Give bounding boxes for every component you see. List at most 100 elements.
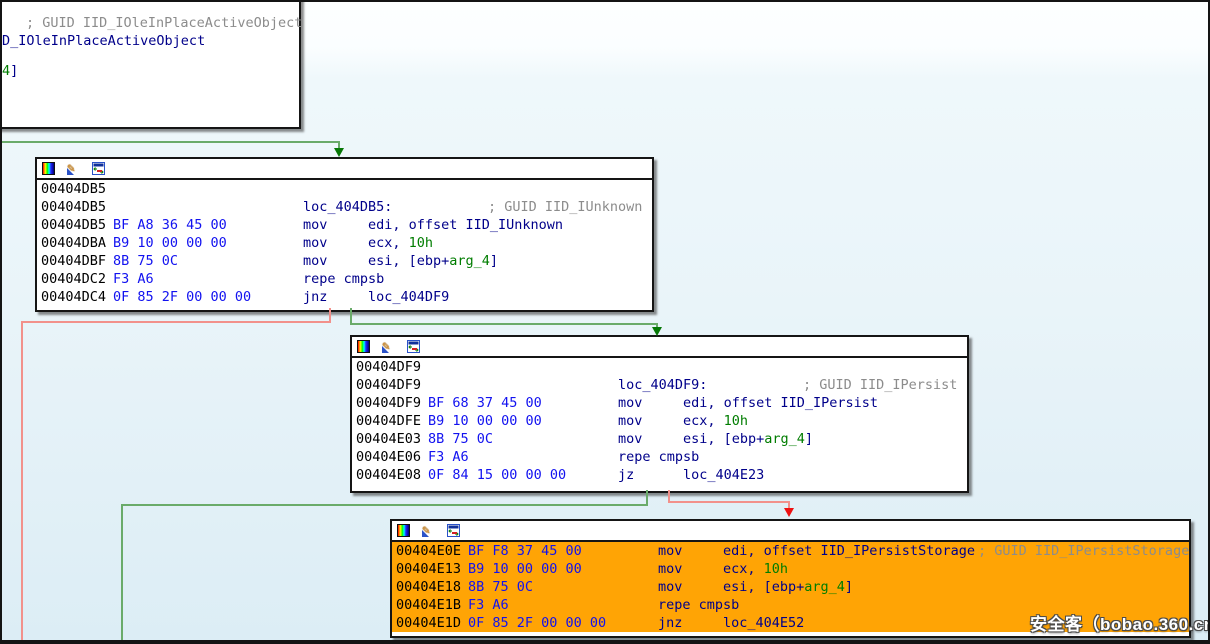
operand-text: loc_404E23 bbox=[683, 467, 764, 483]
operand-green: 10h bbox=[764, 561, 788, 577]
asm-line[interactable]: 00404DBA B9 10 00 00 00 mov ecx, 10h bbox=[37, 234, 652, 252]
asm-operand-fragment: 4] bbox=[2, 62, 18, 80]
watermark: 安全客（bobao.360.cn） bbox=[1030, 610, 1210, 635]
node-color-palette-icon[interactable] bbox=[357, 340, 370, 353]
asm-bytes: 8B 75 0C bbox=[113, 252, 178, 270]
operand-text: loc_404E52 bbox=[723, 615, 804, 631]
asm-mnemonic: mov bbox=[658, 560, 682, 578]
asm-bytes: F3 A6 bbox=[428, 448, 469, 466]
asm-bytes: 0F 85 2F 00 00 00 bbox=[468, 614, 606, 632]
operand-text: esi, [ebp+ bbox=[683, 431, 764, 447]
asm-comment: ; GUID IID_IPersist bbox=[803, 376, 957, 394]
group-node-icon[interactable] bbox=[447, 524, 460, 537]
asm-line[interactable]: 00404DB5 loc_404DB5: ; GUID IID_IUnknown bbox=[37, 198, 652, 216]
asm-line[interactable]: 00404DF9 bbox=[352, 358, 967, 376]
asm-address: 00404DB5 bbox=[41, 180, 106, 198]
asm-mnemonic: jnz bbox=[658, 614, 682, 632]
asm-line[interactable]: 00404DF9 BF 68 37 45 00 mov edi, offset … bbox=[352, 394, 967, 412]
asm-line[interactable]: 00404E08 0F 84 15 00 00 00 jz loc_404E23 bbox=[352, 466, 967, 484]
asm-mnemonic: mov bbox=[618, 430, 642, 448]
asm-line[interactable]: 00404E03 8B 75 0C mov esi, [ebp+arg_4] bbox=[352, 430, 967, 448]
asm-line[interactable]: 00404E18 8B 75 0C mov esi, [ebp+arg_4] bbox=[392, 578, 1189, 596]
asm-bytes: 8B 75 0C bbox=[468, 578, 533, 596]
node-content: ; GUID IID_IOleInPlaceActiveObject D_IOl… bbox=[0, 0, 299, 127]
operand-green: arg_4 bbox=[764, 431, 805, 447]
asm-bytes: B9 10 00 00 00 bbox=[428, 412, 542, 430]
asm-bytes: F3 A6 bbox=[113, 270, 154, 288]
asm-operands: loc_404E23 bbox=[683, 466, 764, 484]
asm-address: 00404DF9 bbox=[356, 394, 421, 412]
operand-text: ] bbox=[10, 63, 18, 79]
asm-mnemonic: mov bbox=[303, 216, 327, 234]
asm-line[interactable]: 00404E13 B9 10 00 00 00 mov ecx, 10h bbox=[392, 560, 1189, 578]
asm-address: 00404DBF bbox=[41, 252, 106, 270]
asm-address: 00404DBA bbox=[41, 234, 106, 252]
asm-mnemonic: mov bbox=[303, 234, 327, 252]
operand-green: 10h bbox=[724, 413, 748, 429]
asm-line[interactable]: 00404E0E BF F8 37 45 00 mov edi, offset … bbox=[392, 542, 1189, 560]
operand-text: edi, offset IID_IUnknown bbox=[368, 217, 563, 233]
basic-block-404DB5[interactable]: ✎ 00404DB5 00404DB5 loc_404DB5: ; GUID I… bbox=[35, 157, 654, 312]
asm-bytes: B9 10 00 00 00 bbox=[468, 560, 582, 578]
basic-block-404DF9[interactable]: ✎ 00404DF9 00404DF9 loc_404DF9: ; GUID I… bbox=[350, 335, 969, 493]
asm-mnemonic: repe cmpsb bbox=[303, 270, 384, 288]
asm-line[interactable]: 00404E06 F3 A6 repe cmpsb bbox=[352, 448, 967, 466]
asm-address: 00404E03 bbox=[356, 430, 421, 448]
node-color-palette-icon[interactable] bbox=[397, 524, 410, 537]
asm-address: 00404DF9 bbox=[356, 358, 421, 376]
asm-address: 00404E13 bbox=[396, 560, 461, 578]
operand-text: esi, [ebp+ bbox=[723, 579, 804, 595]
asm-operands: loc_404DF9 bbox=[368, 288, 449, 306]
asm-address: 00404E18 bbox=[396, 578, 461, 596]
edit-node-color-icon[interactable]: ✎ bbox=[422, 524, 435, 537]
asm-operands: edi, offset IID_IUnknown bbox=[368, 216, 563, 234]
asm-name-fragment: D_IOleInPlaceActiveObject bbox=[2, 32, 205, 50]
asm-line[interactable]: 00404DB5 BF A8 36 45 00 mov edi, offset … bbox=[37, 216, 652, 234]
asm-address: 00404DB5 bbox=[41, 216, 106, 234]
asm-line[interactable]: 00404DC4 0F 85 2F 00 00 00 jnz loc_404DF… bbox=[37, 288, 652, 306]
asm-address: 00404DB5 bbox=[41, 198, 106, 216]
asm-address: 00404DFE bbox=[356, 412, 421, 430]
node-color-palette-icon[interactable] bbox=[42, 162, 55, 175]
asm-bytes: BF 68 37 45 00 bbox=[428, 394, 542, 412]
asm-mnemonic: jnz bbox=[303, 288, 327, 306]
asm-mnemonic: repe cmpsb bbox=[658, 596, 739, 614]
operand-text: esi, [ebp+ bbox=[368, 253, 449, 269]
asm-operands: esi, [ebp+arg_4] bbox=[683, 430, 813, 448]
operand-text: ecx, bbox=[723, 561, 764, 577]
asm-bytes: 0F 85 2F 00 00 00 bbox=[113, 288, 251, 306]
asm-line[interactable]: 00404DFE B9 10 00 00 00 mov ecx, 10h bbox=[352, 412, 967, 430]
asm-label: loc_404DF9: bbox=[618, 376, 707, 394]
asm-line[interactable]: 00404DBF 8B 75 0C mov esi, [ebp+arg_4] bbox=[37, 252, 652, 270]
group-node-icon[interactable] bbox=[92, 162, 105, 175]
asm-address: 00404DC4 bbox=[41, 288, 106, 306]
asm-mnemonic: mov bbox=[658, 578, 682, 596]
asm-operands: ecx, 10h bbox=[723, 560, 788, 578]
node-titlebar: ✎ bbox=[392, 521, 1189, 542]
operand-text: ecx, bbox=[368, 235, 409, 251]
graph-canvas[interactable]: ; GUID IID_IOleInPlaceActiveObject D_IOl… bbox=[0, 0, 1210, 644]
basic-block-partial[interactable]: ; GUID IID_IOleInPlaceActiveObject D_IOl… bbox=[0, 0, 301, 129]
edge-404DF9-fallthrough-arrow bbox=[784, 508, 794, 517]
asm-bytes: BF F8 37 45 00 bbox=[468, 542, 582, 560]
edit-node-color-icon[interactable]: ✎ bbox=[67, 162, 80, 175]
asm-operands: ecx, 10h bbox=[368, 234, 433, 252]
asm-mnemonic: jz bbox=[618, 466, 634, 484]
asm-address: 00404E06 bbox=[356, 448, 421, 466]
asm-operands: edi, offset IID_IPersistStorage bbox=[723, 542, 975, 560]
operand-text: ] bbox=[490, 253, 498, 269]
asm-line[interactable]: 00404DC2 F3 A6 repe cmpsb bbox=[37, 270, 652, 288]
asm-mnemonic: mov bbox=[303, 252, 327, 270]
asm-mnemonic: mov bbox=[658, 542, 682, 560]
asm-operands: esi, [ebp+arg_4] bbox=[368, 252, 498, 270]
asm-address: 00404E0E bbox=[396, 542, 461, 560]
asm-line[interactable]: 00404DB5 bbox=[37, 180, 652, 198]
asm-bytes: F3 A6 bbox=[468, 596, 509, 614]
asm-line[interactable]: 00404DF9 loc_404DF9: ; GUID IID_IPersist bbox=[352, 376, 967, 394]
node-content: 00404DF9 00404DF9 loc_404DF9: ; GUID IID… bbox=[352, 358, 967, 484]
operand-text: ] bbox=[845, 579, 853, 595]
group-node-icon[interactable] bbox=[407, 340, 420, 353]
operand-text: ] bbox=[805, 431, 813, 447]
edit-node-color-icon[interactable]: ✎ bbox=[382, 340, 395, 353]
asm-operands: ecx, 10h bbox=[683, 412, 748, 430]
